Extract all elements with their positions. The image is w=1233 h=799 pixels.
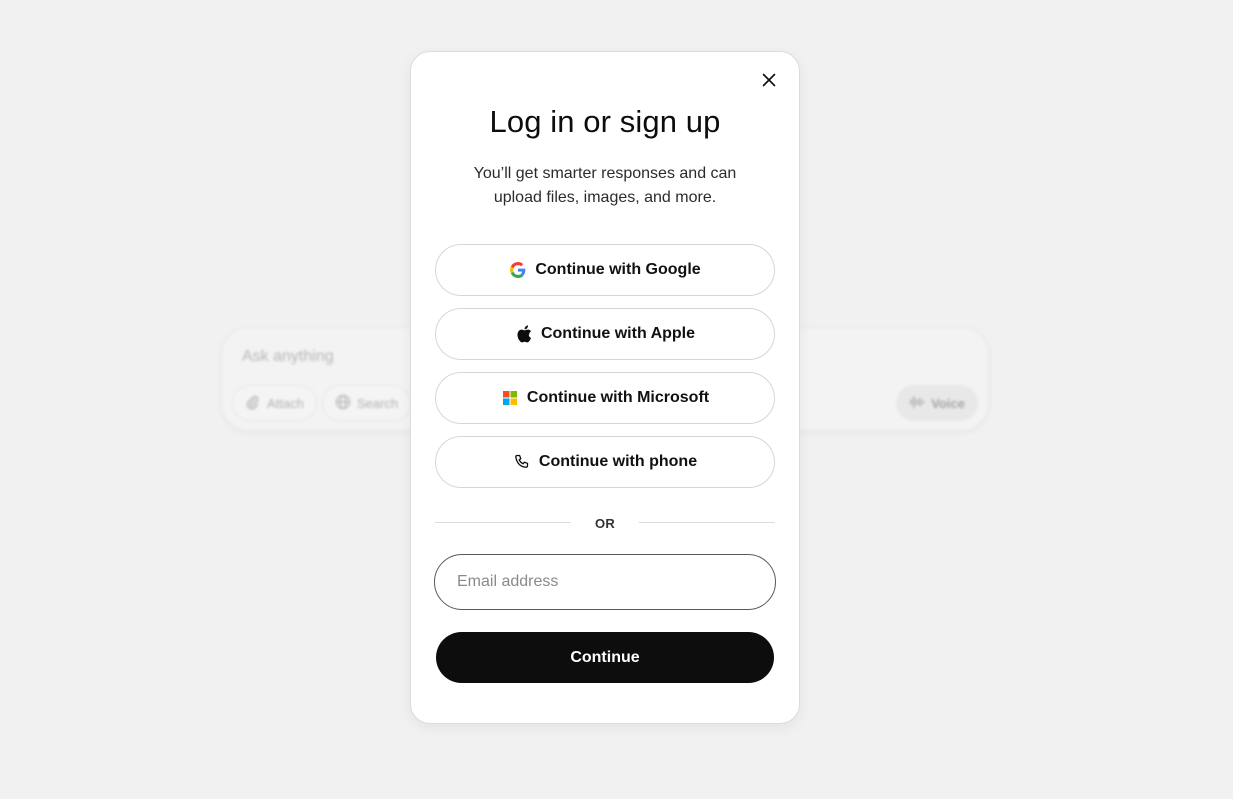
login-modal: Log in or sign up You’ll get smarter res… [410,51,800,724]
close-icon [762,73,776,92]
modal-title: Log in or sign up [489,104,721,139]
waveform-icon [909,394,925,413]
continue-with-apple-button[interactable]: Continue with Apple [435,308,775,360]
continue-with-phone-button[interactable]: Continue with phone [435,436,775,488]
composer-placeholder: Ask anything [242,348,334,365]
search-button: Search [322,385,412,421]
microsoft-icon [501,389,519,407]
modal-subtitle: You’ll get smarter responses and can upl… [473,165,737,206]
close-button[interactable] [755,68,783,96]
or-divider: OR [435,516,775,531]
google-button-label: Continue with Google [535,261,701,278]
search-label: Search [357,395,399,411]
continue-with-microsoft-button[interactable]: Continue with Microsoft [435,372,775,424]
globe-icon [335,394,351,413]
attach-button: Attach [232,385,317,421]
continue-with-google-button[interactable]: Continue with Google [435,244,775,296]
phone-icon [513,453,531,471]
apple-button-label: Continue with Apple [540,325,696,342]
divider-line-right [639,522,775,523]
continue-button[interactable]: Continue [436,632,774,683]
google-icon [509,261,527,279]
phone-button-label: Continue with phone [538,453,698,470]
apple-icon [515,325,533,343]
voice-label: Voice [931,395,965,411]
attach-label: Attach [267,395,304,411]
voice-button: Voice [896,385,978,421]
divider-text: OR [594,516,616,531]
email-field[interactable] [434,554,776,610]
paperclip-icon [245,394,261,413]
page-backdrop: Ask anything Attach Search Voice Log in … [0,0,1233,799]
microsoft-button-label: Continue with Microsoft [526,389,710,406]
